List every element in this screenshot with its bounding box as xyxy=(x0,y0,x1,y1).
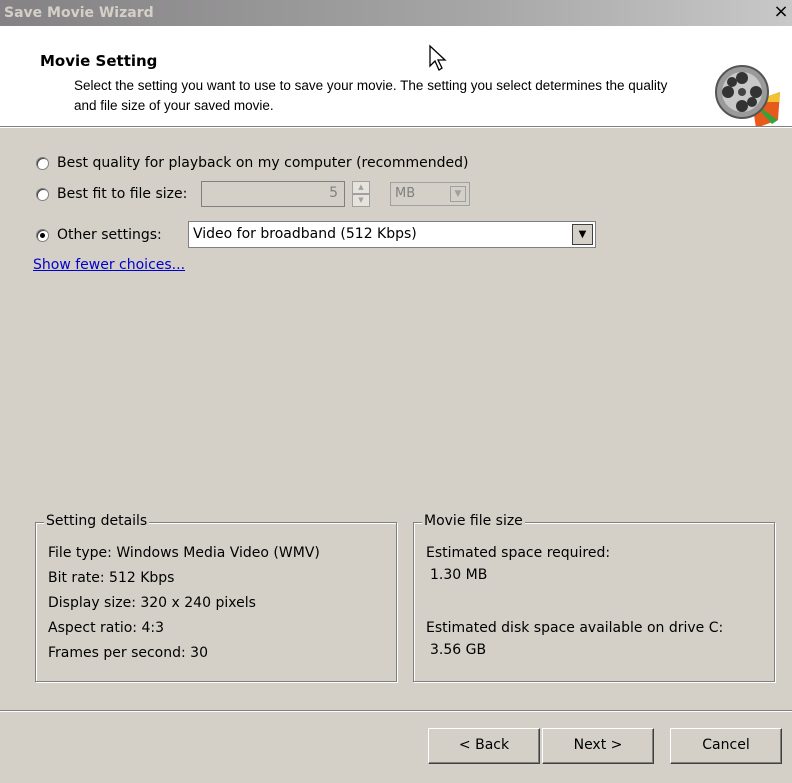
next-button[interactable]: Next > xyxy=(542,728,654,764)
space-available-value: 3.56 GB xyxy=(430,642,487,658)
movie-file-size-group: Movie file size Estimated space required… xyxy=(413,513,775,682)
file-size-unit-value: MB xyxy=(395,186,416,201)
page-title: Movie Setting xyxy=(40,52,158,70)
space-required-label: Estimated space required: xyxy=(426,545,611,561)
wizard-header: Movie Setting Select the setting you wan… xyxy=(0,26,792,128)
other-settings-select[interactable]: Video for broadband (512 Kbps) ▼ xyxy=(188,221,596,248)
detail-frames-per-second: Frames per second: 30 xyxy=(48,645,208,661)
cancel-button[interactable]: Cancel xyxy=(670,728,782,764)
best-quality-label: Best quality for playback on my computer… xyxy=(57,155,469,171)
chevron-down-icon[interactable]: ▼ xyxy=(450,186,466,202)
best-fit-label: Best fit to file size: xyxy=(57,186,188,202)
stepper-down-icon[interactable]: ▼ xyxy=(352,194,370,207)
file-size-input[interactable]: 5 xyxy=(201,181,345,207)
best-quality-radio[interactable] xyxy=(36,156,49,170)
movie-file-size-legend: Movie file size xyxy=(422,513,525,529)
header-divider xyxy=(0,126,792,128)
space-required-value: 1.30 MB xyxy=(430,567,488,583)
best-fit-radio[interactable] xyxy=(36,187,49,201)
back-button[interactable]: < Back xyxy=(428,728,540,764)
setting-details-legend: Setting details xyxy=(44,513,150,529)
detail-file-type: File type: Windows Media Video (WMV) xyxy=(48,545,320,561)
option-other-settings[interactable]: Other settings: xyxy=(36,224,162,246)
setting-details-group: Setting details File type: Windows Media… xyxy=(35,513,397,682)
other-settings-value: Video for broadband (512 Kbps) xyxy=(193,226,417,242)
mouse-pointer-icon xyxy=(429,44,447,71)
film-reel-icon xyxy=(715,65,780,128)
file-size-unit-select[interactable]: MB ▼ xyxy=(390,182,470,206)
title-bar: Save Movie Wizard × xyxy=(0,0,792,26)
detail-display-size: Display size: 320 x 240 pixels xyxy=(48,595,256,611)
footer-divider xyxy=(0,710,792,712)
window-title: Save Movie Wizard xyxy=(4,5,154,21)
option-best-quality[interactable]: Best quality for playback on my computer… xyxy=(36,152,468,174)
detail-aspect-ratio: Aspect ratio: 4:3 xyxy=(48,620,164,636)
other-settings-radio[interactable] xyxy=(36,228,49,242)
show-fewer-choices-link[interactable]: Show fewer choices... xyxy=(33,257,185,273)
page-description: Select the setting you want to use to sa… xyxy=(74,78,668,113)
close-button[interactable]: × xyxy=(770,2,792,23)
space-available-label: Estimated disk space available on drive … xyxy=(426,620,724,636)
file-size-stepper[interactable]: ▲ ▼ xyxy=(352,181,370,208)
chevron-down-icon[interactable]: ▼ xyxy=(572,224,593,245)
detail-bit-rate: Bit rate: 512 Kbps xyxy=(48,570,175,586)
option-best-fit[interactable]: Best fit to file size: xyxy=(36,183,187,205)
stepper-up-icon[interactable]: ▲ xyxy=(352,181,370,194)
other-settings-label: Other settings: xyxy=(57,227,162,243)
